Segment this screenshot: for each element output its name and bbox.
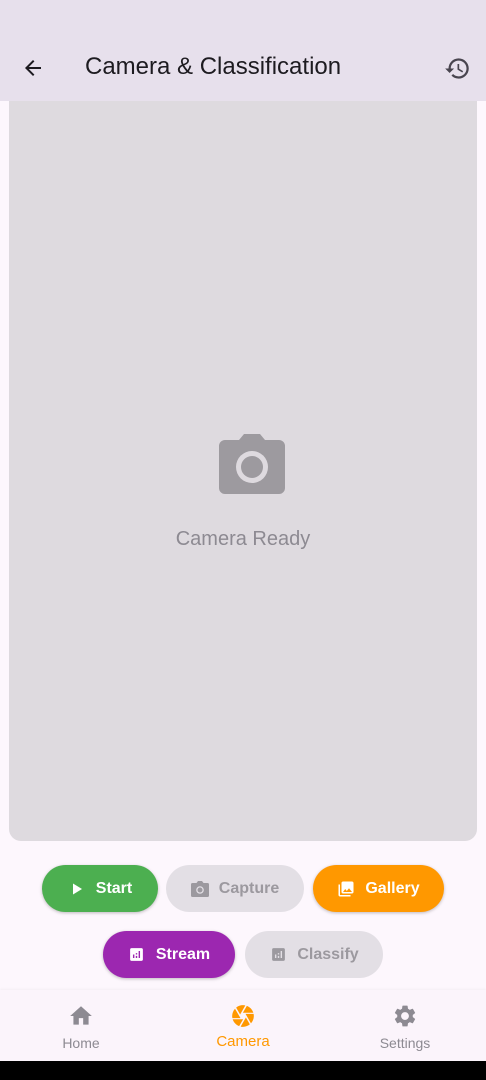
camera-shutter-icon	[230, 1003, 256, 1029]
gallery-icon	[337, 880, 355, 898]
nav-item-settings[interactable]: Settings	[324, 990, 486, 1061]
camera-icon	[219, 434, 285, 494]
analytics-icon	[128, 946, 146, 964]
back-button[interactable]	[19, 54, 47, 82]
home-icon	[68, 1003, 94, 1029]
camera-preview[interactable]: Camera Ready	[9, 101, 477, 841]
gallery-button[interactable]: Gallery	[313, 865, 444, 912]
gear-icon	[392, 1003, 418, 1029]
start-button-label: Start	[95, 879, 133, 897]
system-navigation-bar	[0, 1061, 486, 1080]
app-root: Camera & Classification Camera Ready Sta…	[0, 0, 486, 1080]
bottom-navigation: Home Camera Settings	[0, 990, 486, 1061]
classify-button-label: Classify	[297, 945, 359, 963]
page-title: Camera & Classification	[85, 53, 342, 80]
nav-item-label: Camera	[216, 1033, 270, 1050]
start-button[interactable]: Start	[42, 865, 158, 912]
nav-item-label: Settings	[379, 1035, 431, 1051]
history-icon	[444, 57, 469, 79]
analytics-icon	[269, 946, 287, 964]
nav-item-label: Home	[62, 1035, 100, 1051]
stream-button[interactable]: Stream	[103, 931, 235, 978]
nav-item-home[interactable]: Home	[0, 990, 162, 1061]
nav-item-camera[interactable]: Camera	[162, 990, 324, 1061]
camera-icon	[190, 880, 209, 898]
capture-button[interactable]: Capture	[166, 865, 304, 912]
gallery-button-label: Gallery	[365, 879, 420, 897]
history-button[interactable]	[442, 53, 472, 83]
camera-status-text: Camera Ready	[175, 528, 311, 550]
classify-button[interactable]: Classify	[245, 931, 383, 978]
play-icon	[68, 880, 86, 898]
stream-button-label: Stream	[155, 945, 211, 963]
capture-button-label: Capture	[218, 879, 280, 897]
top-app-bar: Camera & Classification	[0, 0, 486, 101]
arrow-back-icon	[25, 60, 41, 76]
